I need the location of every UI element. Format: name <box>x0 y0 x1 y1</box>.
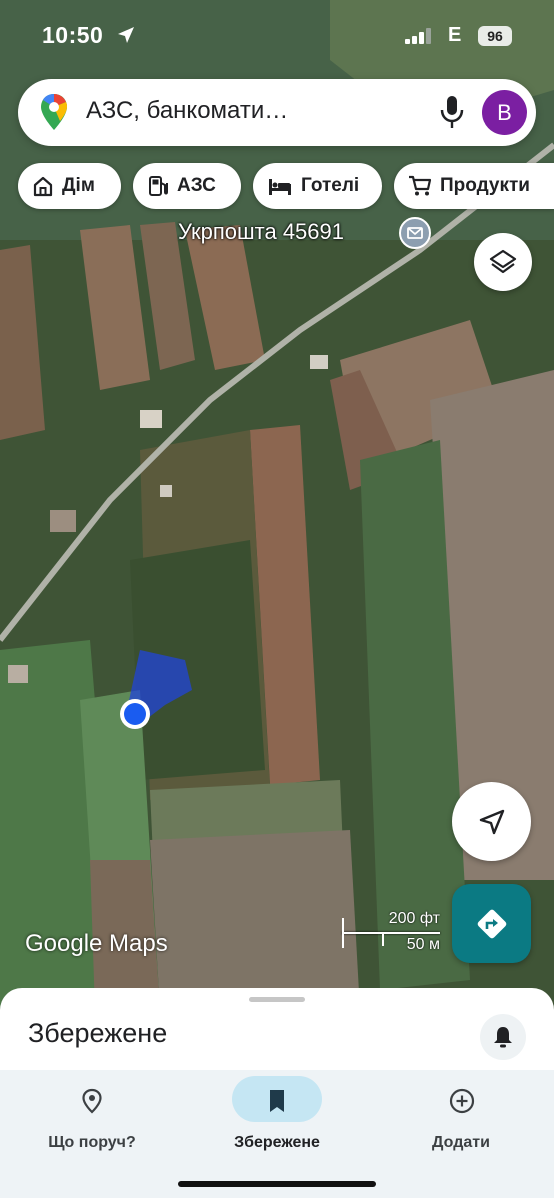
bottom-sheet[interactable]: Збережене <box>0 988 554 1078</box>
tab-label: Збережене <box>234 1134 320 1151</box>
search-input[interactable]: АЗС, банкомати… <box>86 97 346 125</box>
tab-label: Що поруч? <box>48 1134 136 1151</box>
tab-saved[interactable]: Збережене <box>187 1076 367 1152</box>
chip-label: Продукти <box>440 175 530 196</box>
bottom-navigation: Що поруч? Збережене Додати <box>0 1070 554 1198</box>
satellite-imagery <box>0 0 554 1010</box>
mail-icon[interactable] <box>399 217 431 249</box>
chip-groceries[interactable]: Продукти <box>394 163 554 209</box>
google-maps-logo: Google Maps <box>25 930 168 957</box>
current-location-dot <box>124 703 146 725</box>
account-avatar[interactable]: B <box>482 90 527 135</box>
scale-meters: 50 м <box>406 936 440 953</box>
status-bar: 10:50 E 96 <box>0 0 554 72</box>
signal-strength-icon <box>405 28 431 44</box>
layers-icon <box>489 249 517 274</box>
navigation-arrow-icon <box>479 809 505 835</box>
layers-button[interactable] <box>474 233 532 291</box>
add-circle-icon <box>449 1088 475 1114</box>
location-arrow-icon <box>118 27 134 43</box>
google-maps-pin-icon <box>41 94 67 130</box>
notifications-button[interactable] <box>480 1014 526 1060</box>
my-location-button[interactable] <box>452 782 531 861</box>
microphone-icon[interactable] <box>440 95 464 129</box>
chip-label: Дім <box>62 175 95 196</box>
bookmark-icon <box>270 1090 284 1112</box>
chip-home[interactable]: Дім <box>18 163 121 209</box>
home-icon <box>33 176 53 197</box>
tab-contribute[interactable]: Додати <box>371 1076 551 1152</box>
status-time: 10:50 <box>42 22 104 48</box>
sheet-title: Збережене <box>28 1018 168 1048</box>
location-pin-icon <box>82 1088 102 1114</box>
scale-feet: 200 фт <box>388 910 440 927</box>
network-type: E <box>448 24 462 46</box>
battery-indicator: 96 <box>478 26 512 46</box>
chip-label: Готелі <box>301 175 360 196</box>
map-view[interactable] <box>0 0 554 1010</box>
sheet-drag-handle[interactable] <box>249 997 305 1002</box>
map-scale: 200 фт 50 м <box>342 908 442 958</box>
cart-icon <box>409 175 432 196</box>
chip-gas-station[interactable]: АЗС <box>133 163 241 209</box>
gas-station-icon <box>149 176 168 196</box>
tab-label: Додати <box>432 1134 490 1151</box>
directions-icon <box>477 909 507 939</box>
poi-label[interactable]: Укрпошта 45691 <box>178 219 344 245</box>
search-bar[interactable]: АЗС, банкомати… B <box>18 79 536 146</box>
bell-icon <box>494 1027 512 1048</box>
tab-explore[interactable]: Що поруч? <box>2 1076 182 1152</box>
chip-hotels[interactable]: Готелі <box>253 163 382 209</box>
chip-label: АЗС <box>177 175 216 196</box>
bed-icon <box>269 179 291 195</box>
directions-button[interactable] <box>452 884 531 963</box>
home-indicator[interactable] <box>178 1181 376 1187</box>
